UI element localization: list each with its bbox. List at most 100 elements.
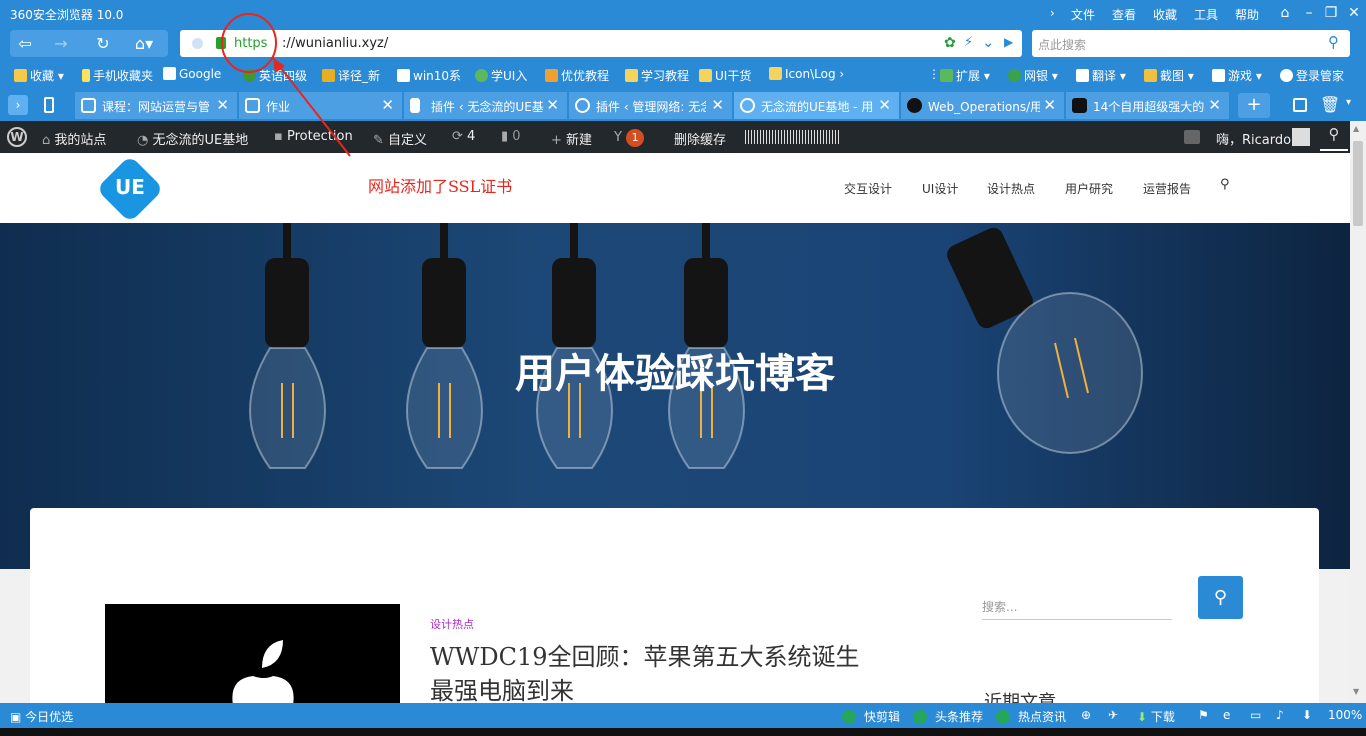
security-check-icon[interactable]: ✿ [944, 35, 956, 51]
menu-tools[interactable]: 工具 [1194, 6, 1218, 23]
status-download[interactable]: ⬇ 下载 [1137, 708, 1175, 725]
speed-mode-icon[interactable]: ⚡ [964, 35, 973, 50]
restore-icon[interactable]: ❐ [1322, 4, 1340, 22]
notification-icon[interactable] [1184, 130, 1200, 144]
avatar[interactable] [1292, 128, 1310, 146]
status-accelerate-icon[interactable]: ✈ [1108, 708, 1118, 722]
menu-file[interactable]: 文件 [1071, 6, 1095, 23]
menu-arrow-icon[interactable]: › [1050, 6, 1055, 20]
status-plus-icon[interactable]: ⊕ [1081, 708, 1091, 722]
tab-close-icon[interactable]: ✕ [381, 96, 394, 114]
tool-extensions[interactable]: 扩展 ▾ [940, 67, 990, 84]
tab-ue-base-active[interactable]: 无念流的UE基地 - 用 ✕ [734, 92, 900, 119]
wp-customize[interactable]: ✎ 自定义 [373, 129, 427, 148]
forward-icon[interactable]: → [46, 30, 76, 57]
sidebar-search-button[interactable]: ⚲ [1198, 576, 1243, 619]
nav-interaction-design[interactable]: 交互设计 [844, 180, 892, 197]
tool-translate[interactable]: 翻译 ▾ [1076, 67, 1126, 84]
wp-comments[interactable]: ▮ 0 [501, 129, 521, 144]
tab-github[interactable]: Web_Operations/用 ✕ [901, 92, 1065, 119]
today-picks[interactable]: ▣ 今日优选 [10, 708, 73, 725]
bookmark-learn-ui[interactable]: 学UI入 [475, 67, 527, 84]
reload-icon[interactable]: ↻ [88, 30, 118, 57]
page-scrollbar[interactable]: ▲ ▼ [1350, 121, 1366, 703]
nav-user-research[interactable]: 用户研究 [1065, 180, 1113, 197]
wp-protection[interactable]: ▪ Protection [274, 129, 353, 144]
scroll-down-icon[interactable]: ▼ [1353, 687, 1359, 696]
tab-menu-chevron-icon[interactable]: ▾ [1346, 97, 1351, 108]
tool-ebank[interactable]: 网银 ▾ [1008, 67, 1058, 84]
new-tab-icon[interactable]: + [1238, 93, 1270, 118]
bookmark-uiiu[interactable]: 优优教程 [545, 67, 609, 84]
wp-yoast[interactable]: Y 1 [614, 129, 645, 147]
tab-close-icon[interactable]: ✕ [1043, 96, 1056, 114]
wp-greeting[interactable]: 嗨，Ricardo [1216, 129, 1291, 148]
close-icon[interactable]: ✕ [1345, 4, 1363, 22]
menu-favorites[interactable]: 收藏 [1153, 6, 1177, 23]
scroll-up-icon[interactable]: ▲ [1353, 124, 1359, 133]
volume-icon[interactable]: ♪ [1276, 708, 1284, 722]
nav-ui-design[interactable]: UI设计 [922, 180, 958, 197]
bookmark-mobile[interactable]: 手机收藏夹 [82, 67, 153, 84]
chevron-down-icon[interactable]: ⌄ [982, 33, 995, 51]
scroll-thumb[interactable] [1353, 141, 1363, 226]
tab-close-icon[interactable]: ✕ [216, 96, 229, 114]
tab-list-icon[interactable] [1293, 98, 1307, 112]
tab-close-icon[interactable]: ✕ [546, 96, 559, 114]
bookmark-favorites[interactable]: 收藏 ▾ [14, 67, 64, 84]
tab-close-icon[interactable]: ✕ [1208, 96, 1221, 114]
nav-operations-report[interactable]: 运营报告 [1143, 180, 1191, 197]
bookmark-ui-dry[interactable]: UI干货 [699, 67, 751, 84]
go-icon[interactable]: ▶ [1004, 35, 1013, 49]
wp-new[interactable]: + 新建 [551, 129, 592, 148]
back-icon[interactable]: ⇦ [10, 30, 40, 57]
bookmark-icon-logo[interactable]: Icon\Log › [769, 67, 844, 81]
wp-my-sites[interactable]: ⌂ 我的站点 [42, 129, 106, 148]
search-box[interactable]: 点此搜索 ⚲ [1032, 30, 1350, 57]
tool-games[interactable]: 游戏 ▾ [1212, 67, 1262, 84]
tab-plugins-ue[interactable]: 插件 ‹ 无念流的UE基 ✕ [404, 92, 568, 119]
site-search-icon[interactable]: ⚲ [1220, 177, 1230, 192]
wp-search-icon[interactable]: ⚲ [1320, 125, 1348, 151]
tab-course[interactable]: 课程：网站运营与管 ✕ [75, 92, 238, 119]
tab-homework[interactable]: 作业 ✕ [239, 92, 403, 119]
status-quick-clip[interactable]: 快剪辑 [842, 708, 900, 725]
ie-icon[interactable]: e [1223, 708, 1230, 722]
mobile-icon[interactable] [44, 97, 54, 113]
skin-icon[interactable]: ⌂ [1276, 4, 1294, 22]
status-headline[interactable]: 头条推荐 [913, 708, 983, 725]
wp-purge-cache[interactable]: 删除缓存 [674, 129, 726, 148]
trash-icon[interactable]: 🗑 [1320, 95, 1340, 114]
post-title[interactable]: WWDC19全回顾：苹果第五大系统诞生 最强电脑到来 [430, 640, 870, 708]
bookmark-yijing[interactable]: 译径_新 [322, 67, 380, 84]
tool-screenshot[interactable]: 截图 ▾ [1144, 67, 1194, 84]
wp-site-name[interactable]: ◔ 无念流的UE基地 [137, 129, 248, 148]
wordpress-icon[interactable]: W [7, 127, 27, 147]
post-category[interactable]: 设计热点 [430, 616, 474, 632]
minimize-icon[interactable]: – [1300, 4, 1318, 22]
bookmark-win10[interactable]: win10系 [397, 67, 461, 84]
more-bookmarks-icon[interactable]: ⋮ [928, 67, 940, 81]
status-flag-icon[interactable]: ⚑ [1198, 708, 1209, 722]
tab-close-icon[interactable]: ✕ [878, 96, 891, 114]
window-icon[interactable]: ▭ [1250, 708, 1261, 722]
bookmark-cet4[interactable]: 英语四级 [243, 67, 307, 84]
bookmark-study[interactable]: 学习教程 [625, 67, 689, 84]
download-manager-icon[interactable]: ⬇ [1302, 708, 1312, 722]
address-bar[interactable]: https ://wunianliu.xyz/ ✿ ⚡ ⌄ ▶ [180, 30, 1022, 57]
search-icon[interactable]: ⚲ [1328, 33, 1339, 51]
wp-updates[interactable]: ⟳ 4 [452, 129, 475, 144]
tool-login-manager[interactable]: 登录管家 [1280, 67, 1344, 84]
site-info-icon[interactable] [192, 38, 203, 49]
tab-tools[interactable]: 14个自用超级强大的 ✕ [1066, 92, 1230, 119]
menu-view[interactable]: 查看 [1112, 6, 1136, 23]
post-thumbnail[interactable] [105, 604, 400, 714]
status-hot-news[interactable]: 热点资讯 [996, 708, 1066, 725]
menu-help[interactable]: 帮助 [1235, 6, 1259, 23]
nav-design-hotspots[interactable]: 设计热点 [987, 180, 1035, 197]
home-icon[interactable]: ⌂▾ [122, 30, 166, 57]
tab-plugins-network[interactable]: 插件 ‹ 管理网络: 无念 ✕ [569, 92, 733, 119]
sidebar-toggle-icon[interactable]: › [8, 95, 28, 115]
sidebar-search-input[interactable]: 搜索... [982, 590, 1172, 620]
tab-close-icon[interactable]: ✕ [711, 96, 724, 114]
